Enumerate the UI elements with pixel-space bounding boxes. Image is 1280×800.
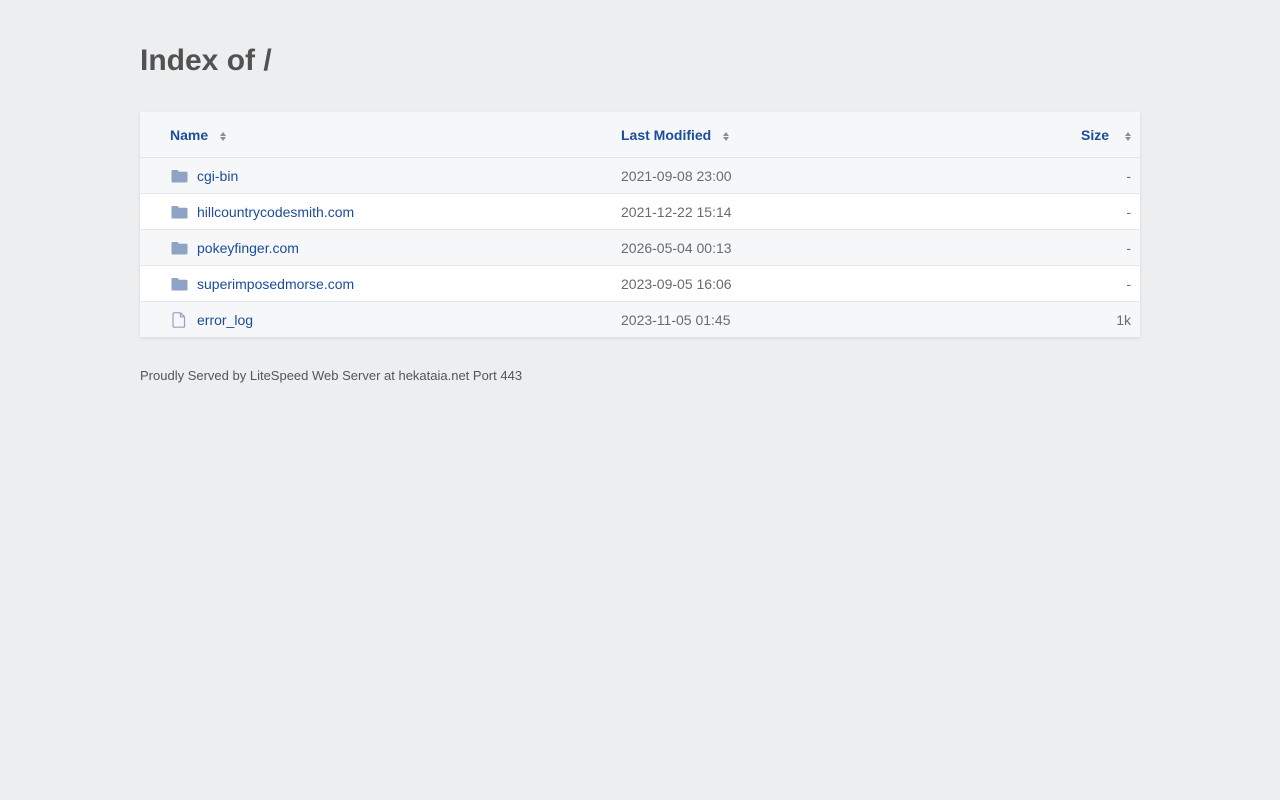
- file-entry-link[interactable]: error_log: [170, 302, 610, 337]
- file-size: -: [1126, 167, 1131, 184]
- name-column-label: Name: [170, 126, 209, 143]
- file-name: superimposedmorse.com: [197, 275, 355, 292]
- file-size: 1k: [1116, 311, 1131, 328]
- table-row: pokeyfinger.com 2026-05-04 00:13 -: [140, 229, 1140, 265]
- last-modified: 2021-12-22 15:14: [621, 203, 732, 220]
- file-entry-link[interactable]: superimposedmorse.com: [170, 266, 610, 301]
- sort-icon: [1125, 131, 1131, 141]
- page-title: Index of /: [140, 44, 272, 77]
- last-modified: 2023-09-05 16:06: [621, 275, 732, 292]
- file-name: pokeyfinger.com: [197, 239, 299, 256]
- folder-icon: [170, 239, 188, 257]
- table-row: cgi-bin 2021-09-08 23:00 -: [140, 157, 1140, 193]
- table-header: Name Last Modified Size: [140, 112, 1140, 157]
- file-size: -: [1126, 275, 1131, 292]
- file-entry-link[interactable]: cgi-bin: [170, 158, 610, 193]
- folder-icon: [170, 167, 188, 185]
- sort-by-name-header[interactable]: Name: [170, 112, 610, 157]
- file-name: error_log: [197, 311, 254, 328]
- last-modified: 2026-05-04 00:13: [621, 239, 732, 256]
- file-name: hillcountrycodesmith.com: [197, 203, 355, 220]
- file-entry-link[interactable]: hillcountrycodesmith.com: [170, 194, 610, 229]
- table-row: hillcountrycodesmith.com 2021-12-22 15:1…: [140, 193, 1140, 229]
- file-name: cgi-bin: [197, 167, 239, 184]
- file-size: -: [1126, 203, 1131, 220]
- sort-icon: [723, 131, 730, 141]
- file-listing-table: Name Last Modified Size cgi-bin 2021-09-…: [140, 112, 1140, 337]
- size-column-label: Size: [1080, 126, 1109, 143]
- last-modified: 2023-11-05 01:45: [621, 311, 731, 328]
- folder-icon: [170, 275, 188, 293]
- sort-by-modified-header[interactable]: Last Modified: [621, 112, 921, 157]
- file-entry-link[interactable]: pokeyfinger.com: [170, 230, 610, 265]
- modified-column-label: Last Modified: [621, 126, 712, 143]
- sort-by-size-header[interactable]: Size: [981, 112, 1131, 157]
- folder-icon: [170, 203, 188, 221]
- table-row: superimposedmorse.com 2023-09-05 16:06 -: [140, 265, 1140, 301]
- sort-icon: [220, 131, 227, 141]
- last-modified: 2021-09-08 23:00: [621, 167, 732, 184]
- file-size: -: [1126, 239, 1131, 256]
- table-row: error_log 2023-11-05 01:45 1k: [140, 301, 1140, 337]
- file-icon: [170, 311, 188, 329]
- server-footer: Proudly Served by LiteSpeed Web Server a…: [140, 368, 523, 383]
